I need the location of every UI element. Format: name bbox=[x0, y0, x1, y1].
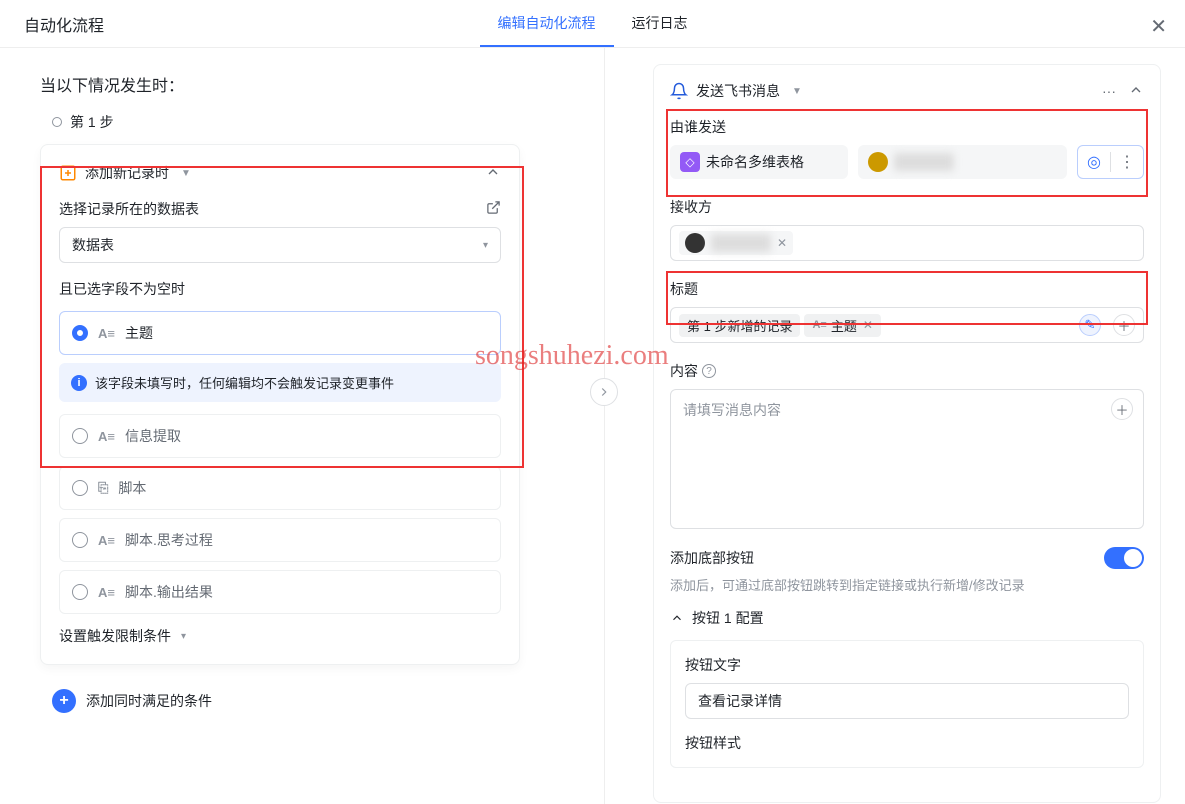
receiver-label: 接收方 bbox=[670, 197, 1144, 217]
radio-on-icon bbox=[72, 325, 88, 341]
more-icon[interactable]: ··· bbox=[1102, 83, 1116, 99]
text-field-icon: A≡ bbox=[98, 429, 115, 444]
receiver-input[interactable]: ✕ bbox=[670, 225, 1144, 261]
sender-doc-name: 未命名多维表格 bbox=[706, 152, 804, 172]
radio-off-icon bbox=[72, 532, 88, 548]
chevron-up-icon bbox=[670, 611, 684, 625]
button-style-label: 按钮样式 bbox=[685, 733, 1129, 753]
add-condition-label: 添加同时满足的条件 bbox=[86, 691, 212, 711]
info-icon: i bbox=[71, 375, 87, 391]
field-option-subject[interactable]: A≡ 主题 bbox=[59, 311, 501, 355]
sender-label: 由谁发送 bbox=[670, 117, 1144, 137]
bottom-button-hint: 添加后，可通过底部按钮跳转到指定链接或执行新增/修改记录 bbox=[670, 575, 1144, 594]
text-field-icon: A≡ bbox=[812, 319, 826, 331]
text-field-icon: A≡ bbox=[98, 326, 115, 341]
content-placeholder: 请填写消息内容 bbox=[683, 402, 781, 418]
field-option-extract[interactable]: A≡ 信息提取 bbox=[59, 414, 501, 458]
bell-icon bbox=[670, 82, 688, 100]
remove-icon[interactable]: ✕ bbox=[863, 318, 873, 332]
title-label: 标题 bbox=[670, 279, 1144, 299]
trigger-card: 添加新记录时 ▼ 选择记录所在的数据表 数据表 ▾ 且已选字段不为空时 bbox=[40, 144, 520, 665]
bitable-icon: ◇ bbox=[680, 152, 700, 172]
trigger-title[interactable]: 添加新记录时 bbox=[85, 163, 169, 183]
bottom-button-label: 添加底部按钮 bbox=[670, 548, 754, 568]
magic-icon[interactable]: ✎ bbox=[1079, 314, 1101, 336]
add-condition[interactable]: + 添加同时满足的条件 bbox=[52, 689, 580, 713]
button1-config-header[interactable]: 按钮 1 配置 bbox=[670, 608, 1144, 628]
field-label: 主题 bbox=[125, 323, 153, 343]
radio-off-icon bbox=[72, 428, 88, 444]
radio-off-icon bbox=[72, 480, 88, 496]
content-label: 内容 bbox=[670, 361, 698, 381]
text-field-icon: A≡ bbox=[98, 533, 115, 548]
tab-run-log[interactable]: 运行日志 bbox=[614, 0, 706, 47]
sender-controls: ◎ ⋮ bbox=[1077, 145, 1144, 179]
avatar bbox=[868, 152, 888, 172]
link-field-icon: ⎘ bbox=[98, 480, 108, 496]
sender-user-name bbox=[894, 153, 954, 171]
chevron-down-icon: ▾ bbox=[181, 631, 186, 642]
button1-header-label: 按钮 1 配置 bbox=[692, 608, 764, 628]
table-select[interactable]: 数据表 ▾ bbox=[59, 227, 501, 263]
tab-edit-flow[interactable]: 编辑自动化流程 bbox=[480, 0, 614, 47]
when-title: 当以下情况发生时： bbox=[40, 72, 580, 96]
plus-circle-icon: + bbox=[52, 689, 76, 713]
collapse-icon[interactable] bbox=[485, 164, 501, 183]
field-label: 脚本 bbox=[118, 478, 146, 498]
set-trigger-limit[interactable]: 设置触发限制条件 ▾ bbox=[59, 626, 501, 646]
title-token-subject[interactable]: A≡ 主题 ✕ bbox=[804, 314, 880, 337]
field-option-script-think[interactable]: A≡ 脚本.思考过程 bbox=[59, 518, 501, 562]
step-circle-icon bbox=[52, 117, 62, 127]
chevron-down-icon: ▾ bbox=[483, 240, 488, 251]
field-not-empty-label: 且已选字段不为空时 bbox=[59, 279, 501, 299]
avatar bbox=[685, 233, 705, 253]
select-table-label: 选择记录所在的数据表 bbox=[59, 199, 199, 219]
plus-icon[interactable]: ＋ bbox=[1113, 314, 1135, 336]
receiver-name bbox=[711, 234, 771, 252]
button1-config-box: 按钮文字 按钮样式 bbox=[670, 640, 1144, 768]
bottom-button-toggle[interactable] bbox=[1104, 547, 1144, 569]
info-text: 该字段未填写时，任何编辑均不会触发记录变更事件 bbox=[95, 373, 394, 392]
title-input[interactable]: 第 1 步新增的记录 A≡ 主题 ✕ ✎ ＋ bbox=[670, 307, 1144, 343]
field-label: 脚本.输出结果 bbox=[125, 582, 213, 602]
plus-icon[interactable]: ＋ bbox=[1111, 398, 1133, 420]
field-label: 脚本.思考过程 bbox=[125, 530, 213, 550]
radio-off-icon bbox=[72, 584, 88, 600]
external-link-icon[interactable] bbox=[486, 200, 501, 218]
caret-down-icon[interactable]: ▼ bbox=[792, 86, 802, 97]
sender-user-chip[interactable] bbox=[858, 145, 1067, 179]
panel-collapse-icon[interactable] bbox=[590, 378, 618, 406]
button-text-input[interactable] bbox=[685, 683, 1129, 719]
set-trigger-limit-label: 设置触发限制条件 bbox=[59, 626, 171, 646]
table-select-value: 数据表 bbox=[72, 235, 114, 255]
field-label: 信息提取 bbox=[125, 426, 181, 446]
caret-down-icon[interactable]: ▼ bbox=[181, 168, 191, 179]
remove-icon[interactable]: ✕ bbox=[777, 236, 787, 250]
page-title: 自动化流程 bbox=[24, 12, 104, 36]
action-card: 发送飞书消息 ▼ ··· 由谁发送 ◇ 未命名多维表格 bbox=[653, 64, 1161, 803]
content-input[interactable]: 请填写消息内容 ＋ bbox=[670, 389, 1144, 529]
button-text-label: 按钮文字 bbox=[685, 655, 1129, 675]
help-icon[interactable]: ? bbox=[702, 364, 716, 378]
field-option-script[interactable]: ⎘ 脚本 bbox=[59, 466, 501, 510]
close-icon[interactable]: ✕ bbox=[1150, 14, 1167, 39]
collapse-icon[interactable] bbox=[1128, 82, 1144, 101]
more-vertical-icon[interactable]: ⋮ bbox=[1111, 152, 1143, 172]
add-record-icon bbox=[59, 164, 77, 182]
token-text: 主题 bbox=[831, 316, 857, 335]
sender-doc-chip[interactable]: ◇ 未命名多维表格 bbox=[670, 145, 848, 179]
info-banner: i 该字段未填写时，任何编辑均不会触发记录变更事件 bbox=[59, 363, 501, 402]
receiver-chip[interactable]: ✕ bbox=[679, 231, 793, 255]
field-option-script-output[interactable]: A≡ 脚本.输出结果 bbox=[59, 570, 501, 614]
step-1-label: 第 1 步 bbox=[70, 112, 114, 132]
title-token-step1[interactable]: 第 1 步新增的记录 bbox=[679, 314, 800, 337]
token-text: 第 1 步新增的记录 bbox=[687, 316, 792, 335]
step-1-row: 第 1 步 bbox=[52, 112, 580, 132]
target-icon[interactable]: ◎ bbox=[1078, 152, 1110, 172]
action-title[interactable]: 发送飞书消息 bbox=[696, 81, 780, 101]
text-field-icon: A≡ bbox=[98, 585, 115, 600]
